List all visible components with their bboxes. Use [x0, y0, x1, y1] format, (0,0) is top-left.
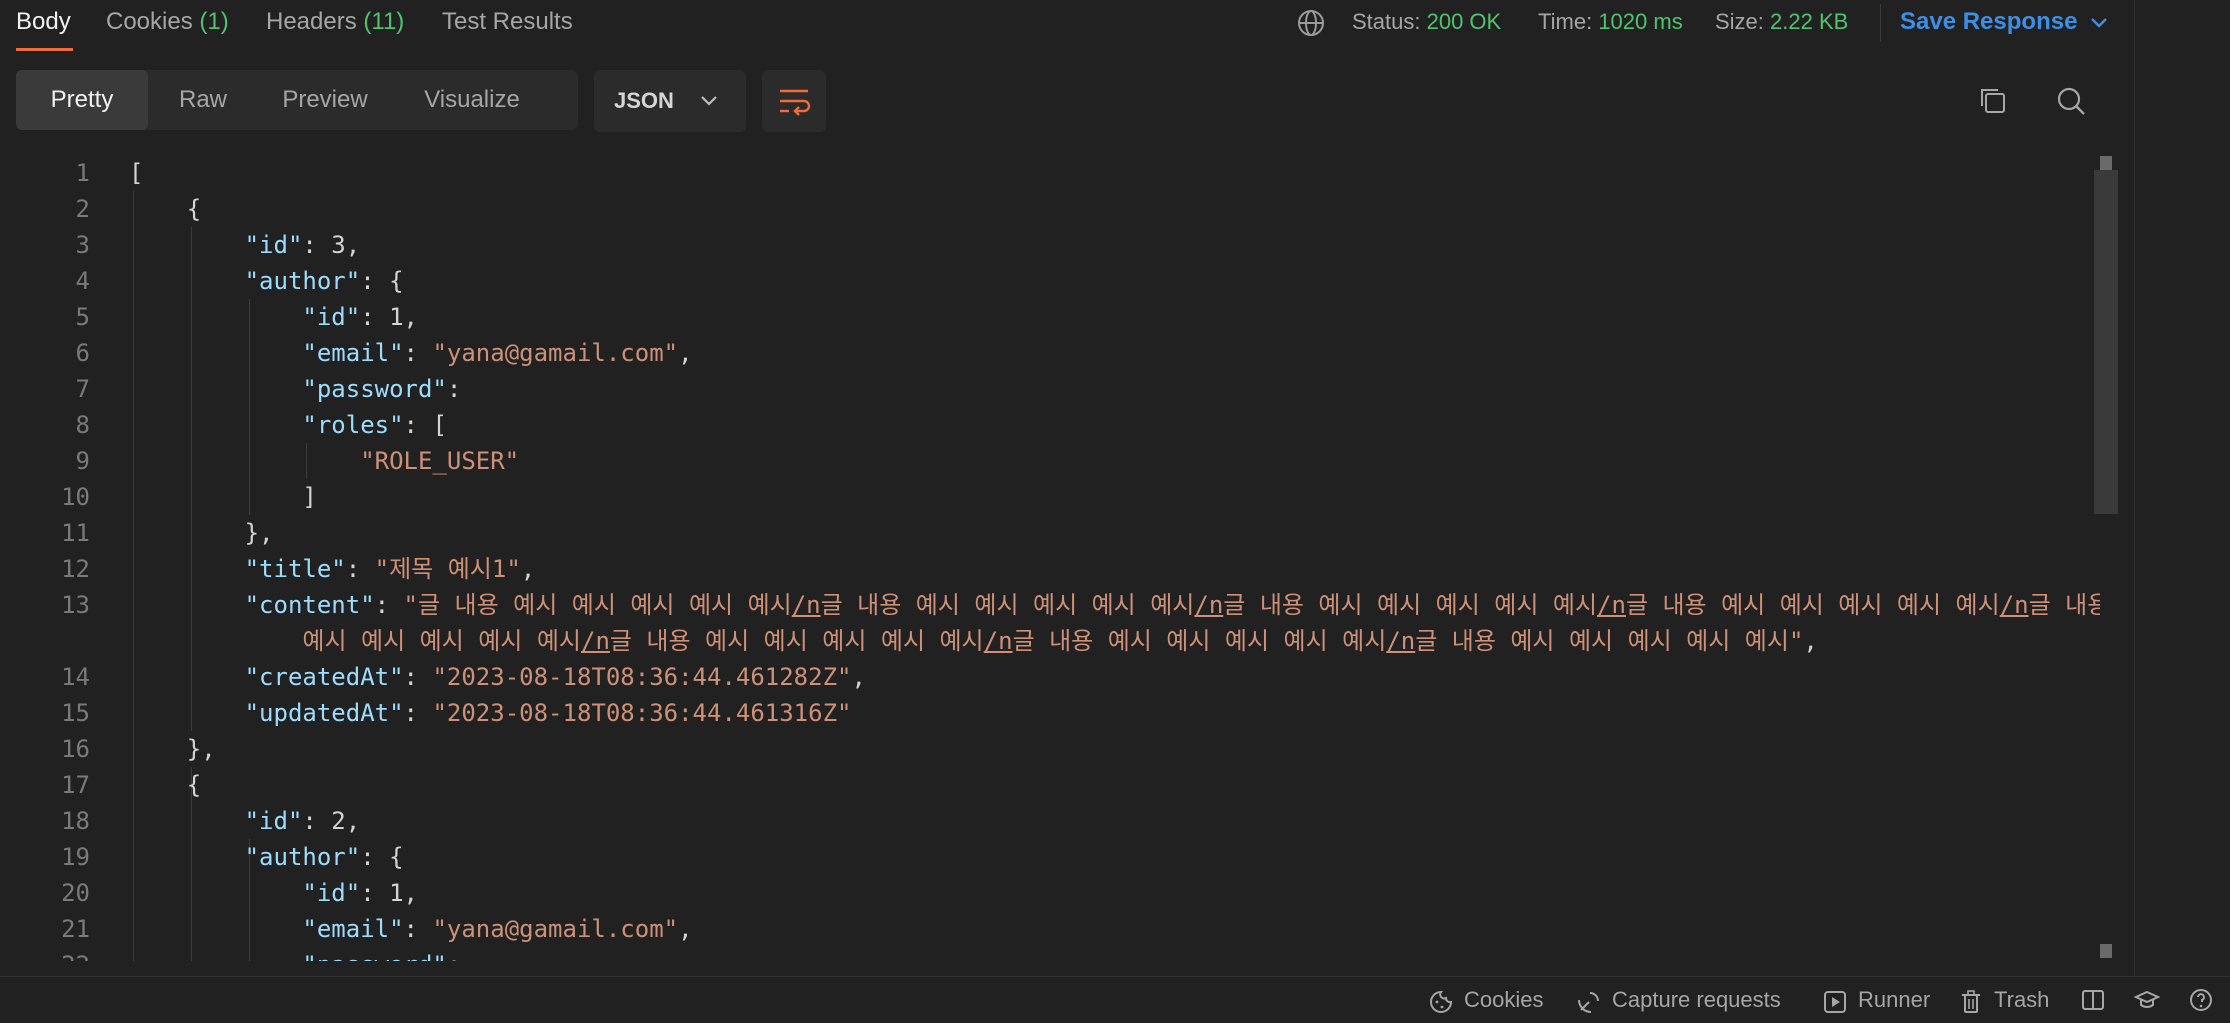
time-label: Time:	[1538, 9, 1593, 34]
capture-requests-label: Capture requests	[1612, 987, 1781, 1012]
line-number: 19	[61, 843, 90, 871]
tab-headers[interactable]: Headers (11)	[266, 6, 404, 38]
tab-cookies-count: (1)	[199, 8, 229, 35]
format-select-value: JSON	[614, 88, 674, 113]
size-meta[interactable]: Size: 2.22 KB	[1715, 6, 1848, 38]
line-number: 22	[40, 947, 90, 961]
play-icon	[1824, 991, 1846, 1013]
line-number: 7	[75, 375, 90, 403]
wrap-lines-button[interactable]	[762, 70, 826, 132]
line-number: 18	[61, 807, 90, 835]
code-line[interactable]: ]	[129, 479, 316, 515]
status-label: Status:	[1352, 9, 1421, 34]
code-line[interactable]: "updatedAt": "2023-08-18T08:36:44.461316…	[129, 695, 852, 731]
view-visualize[interactable]: Visualize	[392, 70, 552, 130]
tab-body[interactable]: Body	[16, 6, 71, 38]
code-line[interactable]: "content": "글 내용 예시 예시 예시 예시 예시/n글 내용 예시…	[129, 587, 2100, 623]
tab-cookies[interactable]: Cookies (1)	[106, 6, 229, 38]
line-number: 15	[61, 699, 90, 727]
code-line[interactable]: "roles": [	[129, 407, 447, 443]
tab-test-results-label: Test Results	[442, 8, 573, 35]
view-mode-switcher: Pretty Raw Preview Visualize	[16, 70, 578, 130]
code-line[interactable]: "author": {	[129, 263, 404, 299]
line-number: 3	[75, 231, 90, 259]
status-bar: Cookies Capture requests Runner Trash	[0, 976, 2230, 1023]
graduation-cap-icon[interactable]	[2134, 987, 2160, 1013]
code-line[interactable]: "ROLE_USER"	[129, 443, 519, 479]
line-number: 21	[61, 915, 90, 943]
time-value: 1020 ms	[1598, 9, 1683, 34]
size-label: Size:	[1715, 9, 1764, 34]
runner-label: Runner	[1858, 987, 1931, 1012]
line-number: 2	[75, 195, 90, 223]
code-line[interactable]: },	[129, 731, 216, 767]
search-icon[interactable]	[2054, 84, 2088, 118]
response-tab-bar: Body Cookies (1) Headers (11) Test Resul…	[0, 0, 2134, 56]
code-line[interactable]: "password":	[129, 371, 461, 407]
line-number: 16	[61, 735, 90, 763]
line-number: 20	[61, 879, 90, 907]
tab-headers-count: (11)	[363, 8, 405, 35]
code-line[interactable]: },	[129, 515, 274, 551]
line-number: 11	[61, 519, 90, 547]
view-raw[interactable]: Raw	[148, 70, 258, 130]
copy-icon[interactable]	[1976, 84, 2010, 118]
divider	[1880, 4, 1881, 42]
code-line[interactable]: "title": "제목 예시1",	[129, 551, 536, 587]
line-number: 10	[61, 483, 90, 511]
wrap-lines-icon	[780, 89, 811, 116]
line-number: 4	[75, 267, 90, 295]
scroll-up-arrow[interactable]	[2100, 156, 2112, 170]
panel-divider	[2134, 0, 2135, 978]
line-number: 8	[75, 411, 90, 439]
code-line[interactable]: [	[129, 155, 143, 191]
line-number: 6	[75, 339, 90, 367]
code-line[interactable]: "id": 1,	[129, 299, 418, 335]
code-line[interactable]: 예시 예시 예시 예시 예시/n글 내용 예시 예시 예시 예시 예시/n글 내…	[129, 623, 1817, 659]
format-select[interactable]: JSON	[594, 70, 746, 132]
code-line[interactable]: "email": "yana@gamail.com",	[129, 335, 692, 371]
code-line[interactable]: "author": {	[129, 839, 404, 875]
code-line[interactable]: "id": 3,	[129, 227, 361, 263]
tab-body-label: Body	[16, 8, 71, 35]
two-pane-layout-icon[interactable]	[2080, 987, 2106, 1013]
trash-icon	[1962, 990, 1980, 1013]
status-value: 200 OK	[1426, 9, 1502, 34]
line-number: 13	[61, 591, 90, 619]
view-preview[interactable]: Preview	[258, 70, 392, 130]
cookie-icon	[1430, 990, 1453, 1013]
cookies-label: Cookies	[1464, 987, 1544, 1012]
globe-icon[interactable]	[1296, 8, 1326, 38]
code-line[interactable]: "password":	[129, 947, 461, 961]
trash-label: Trash	[1994, 987, 2050, 1012]
response-body-editor[interactable]: 12345678910111213141516171819202122 [ { …	[0, 153, 2100, 961]
time-meta[interactable]: Time: 1020 ms	[1538, 6, 1683, 38]
active-tab-indicator	[16, 48, 73, 51]
tab-headers-label: Headers	[266, 8, 357, 35]
line-number: 17	[61, 771, 90, 799]
line-number: 1	[75, 159, 90, 187]
code-line[interactable]: "id": 1,	[129, 875, 418, 911]
tab-cookies-label: Cookies	[106, 8, 193, 35]
line-number: 9	[75, 447, 90, 475]
scrollbar-thumb[interactable]	[2094, 170, 2118, 514]
code-line[interactable]: "id": 2,	[129, 803, 361, 839]
code-line[interactable]: "email": "yana@gamail.com",	[129, 911, 692, 947]
chevron-down-icon[interactable]	[2088, 12, 2110, 34]
line-number: 5	[75, 303, 90, 331]
satellite-icon	[1578, 992, 1599, 1013]
tab-test-results[interactable]: Test Results	[442, 6, 573, 38]
line-number: 12	[61, 555, 90, 583]
help-icon[interactable]	[2188, 987, 2214, 1013]
size-value: 2.22 KB	[1770, 9, 1849, 34]
chevron-down-icon	[701, 96, 717, 106]
code-line[interactable]: {	[129, 767, 201, 803]
view-pretty[interactable]: Pretty	[16, 70, 148, 130]
save-response-button[interactable]: Save Response	[1900, 6, 2077, 38]
scroll-down-arrow[interactable]	[2100, 944, 2112, 958]
code-line[interactable]: {	[129, 191, 201, 227]
code-line[interactable]: "createdAt": "2023-08-18T08:36:44.461282…	[129, 659, 866, 695]
line-number: 14	[61, 663, 90, 691]
status-meta[interactable]: Status: 200 OK	[1352, 6, 1501, 38]
